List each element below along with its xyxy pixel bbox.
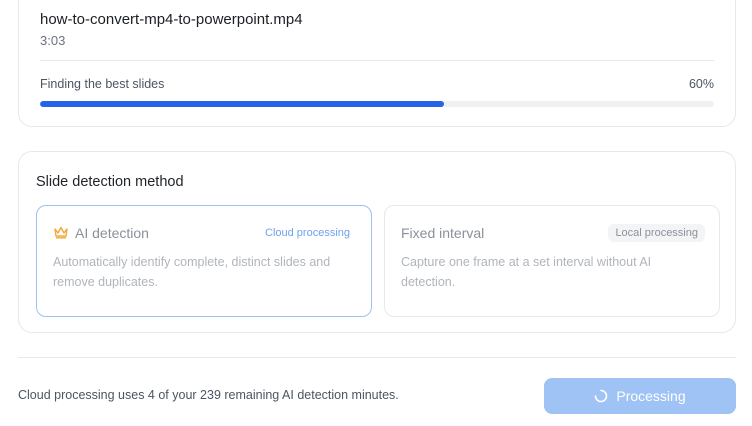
option-description: Automatically identify complete, distinc… [53,255,331,289]
progress-percent: 60% [688,77,714,91]
file-duration: 3:03 [40,33,66,48]
option-title: Fixed interval [401,225,485,241]
progress-bar [40,101,714,107]
local-processing-badge: Local processing [608,224,705,242]
option-title: AI detection [75,225,149,241]
footer-divider [18,357,736,358]
spinner-icon [594,389,608,403]
file-card: how-to-convert-mp4-to-powerpoint.mp4 3:0… [18,0,736,127]
processing-button[interactable]: Processing [544,378,736,414]
progress-label: Finding the best slides [40,77,165,91]
file-name: how-to-convert-mp4-to-powerpoint.mp4 [40,11,303,28]
usage-note: Cloud processing uses 4 of your 239 rema… [18,388,399,402]
cloud-processing-badge: Cloud processing [265,227,350,239]
progress-bar-fill [40,101,445,107]
slide-detection-method-panel: Slide detection method AI detection Clou… [18,151,736,333]
button-label: Processing [616,388,686,404]
option-description: Capture one frame at a set interval with… [401,255,652,289]
crown-icon [53,225,69,239]
fixed-interval-option[interactable]: Fixed interval Local processing Capture … [384,205,720,317]
ai-detection-option[interactable]: AI detection Cloud processing Automatica… [36,205,372,317]
divider [40,60,714,61]
section-title: Slide detection method [36,174,184,190]
